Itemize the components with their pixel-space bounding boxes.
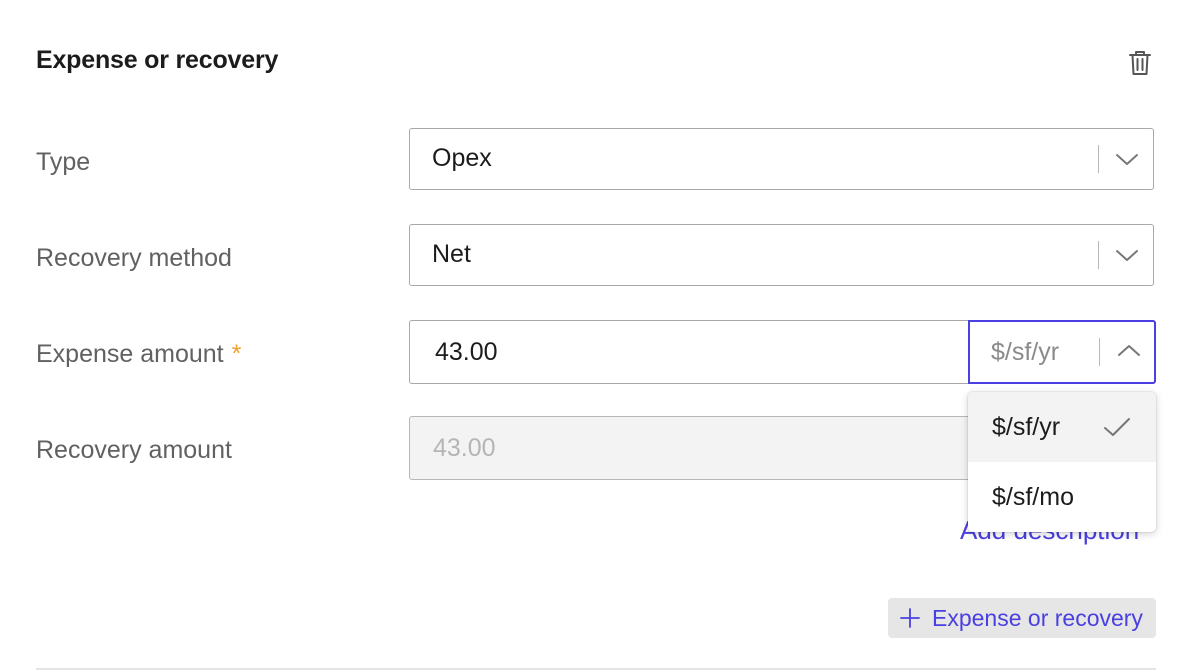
delete-button[interactable] <box>1124 46 1156 80</box>
recovery-method-value: Net <box>432 240 471 268</box>
plus-icon <box>900 608 920 628</box>
trash-icon <box>1129 51 1151 75</box>
select-separator <box>1097 241 1099 269</box>
divider <box>36 668 1156 670</box>
unit-option-per-month[interactable]: $/sf/mo <box>968 462 1156 532</box>
type-select-value: Opex <box>432 144 492 172</box>
unit-option-per-year[interactable]: $/sf/yr <box>968 392 1156 462</box>
checkmark-icon <box>1104 418 1130 436</box>
expense-unit-value: $/sf/yr <box>991 338 1060 366</box>
select-separator <box>1098 338 1100 366</box>
unit-option-label: $/sf/mo <box>992 483 1074 511</box>
expense-unit-select[interactable]: $/sf/yr <box>968 320 1156 384</box>
recovery-amount-label: Recovery amount <box>36 436 232 464</box>
chevron-down-icon <box>1116 250 1138 261</box>
expense-amount-label: Expense amount * <box>36 340 241 369</box>
expense-amount-label-text: Expense amount <box>36 340 224 368</box>
add-expense-or-recovery-button[interactable]: Expense or recovery <box>888 598 1156 638</box>
add-button-label: Expense or recovery <box>932 605 1143 631</box>
recovery-amount-value: 43.00 <box>433 434 496 462</box>
recovery-method-select[interactable]: Net <box>409 224 1154 286</box>
type-select[interactable]: Opex <box>409 128 1154 190</box>
select-separator <box>1097 145 1099 173</box>
unit-dropdown-menu: $/sf/yr $/sf/mo <box>968 392 1156 532</box>
section-title: Expense or recovery <box>36 46 279 74</box>
type-label: Type <box>36 148 91 176</box>
unit-option-label: $/sf/yr <box>992 413 1061 441</box>
required-asterisk: * <box>231 340 242 368</box>
chevron-down-icon <box>1116 154 1138 165</box>
chevron-up-icon <box>1118 345 1140 356</box>
expense-amount-input[interactable]: 43.00 <box>409 320 969 384</box>
recovery-method-label: Recovery method <box>36 244 232 272</box>
expense-recovery-form: Expense or recovery Type Opex Recovery m… <box>0 0 1194 672</box>
expense-amount-value: 43.00 <box>435 338 498 366</box>
